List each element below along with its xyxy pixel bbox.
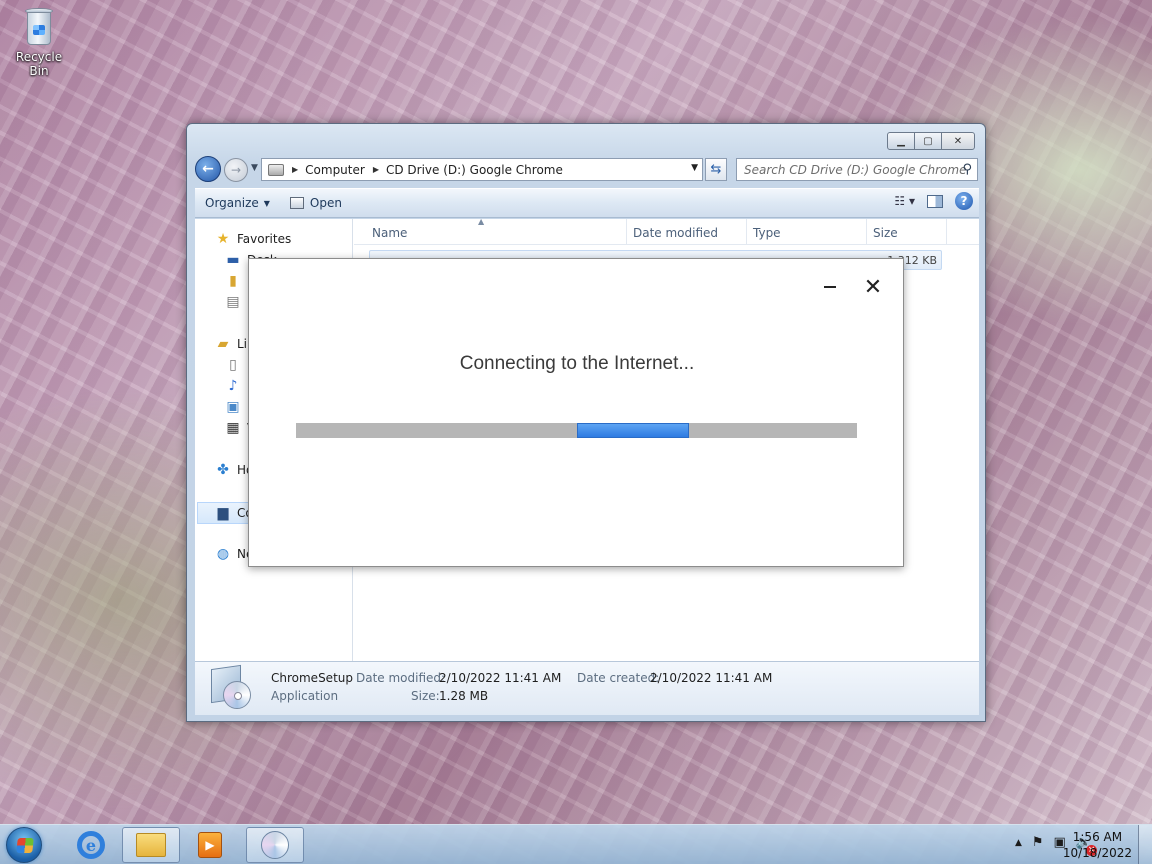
- column-size[interactable]: Size: [873, 226, 898, 240]
- homegroup-icon: ✤: [217, 462, 229, 478]
- sort-ascending-icon: ▲: [478, 217, 485, 226]
- installer-progress-bar: [296, 423, 857, 438]
- open-label: Open: [309, 196, 342, 210]
- recent-pages-dropdown[interactable]: ▼: [251, 163, 258, 173]
- system-clock[interactable]: 1:56 AM 10/18/2022: [1063, 829, 1132, 861]
- search-icon[interactable]: ⚲: [962, 162, 972, 177]
- chevron-right-icon[interactable]: ▶: [373, 165, 379, 174]
- media-player-icon: ▶: [198, 832, 222, 858]
- clock-date: 10/18/2022: [1062, 846, 1132, 860]
- chrome-installer-dialog: ✕ Connecting to the Internet...: [248, 258, 904, 567]
- open-icon: [289, 197, 304, 209]
- open-button[interactable]: Open: [280, 189, 352, 217]
- column-date-modified[interactable]: Date modified: [633, 226, 718, 240]
- column-type[interactable]: Type: [753, 226, 781, 240]
- details-date-created-value: 2/10/2022 11:41 AM: [650, 671, 773, 685]
- nav-favorites-label: Favorites: [237, 232, 292, 246]
- chevron-down-icon: ▼: [263, 198, 270, 208]
- recent-places-icon: ▤: [226, 294, 240, 310]
- column-headers: ▲ Name Date modified Type Size: [354, 217, 979, 245]
- internet-explorer-icon: e: [77, 831, 105, 859]
- details-date-created-label: Date created:: [577, 671, 660, 685]
- search-placeholder: Search CD Drive (D:) Google Chrome: [744, 162, 967, 177]
- breadcrumb-computer[interactable]: Computer: [305, 163, 365, 177]
- chevron-right-icon[interactable]: ▶: [292, 165, 298, 174]
- installer-close-button[interactable]: ✕: [863, 275, 883, 300]
- back-button[interactable]: ←: [195, 156, 221, 182]
- minimize-button[interactable]: ▁: [887, 132, 915, 150]
- show-hidden-icons-icon[interactable]: ▲: [1015, 838, 1022, 848]
- details-date-modified-label: Date modified:: [356, 671, 446, 685]
- taskbar: e ▶ ▲ ⚑ ▣ 🔈 1:56 AM 10/18/2022: [0, 824, 1152, 864]
- details-file-type: Application: [271, 689, 339, 703]
- pictures-icon: ▣: [226, 399, 240, 415]
- maximize-button[interactable]: ▢: [914, 132, 942, 150]
- action-center-flag-icon[interactable]: ⚑: [1032, 835, 1044, 850]
- folder-icon: [136, 833, 166, 857]
- taskbar-chrome-setup[interactable]: [246, 827, 304, 863]
- libraries-icon: ▰: [217, 336, 229, 352]
- setup-disc-icon: [261, 831, 289, 859]
- desktop-icon: ▬: [226, 252, 240, 268]
- close-button[interactable]: ✕: [941, 132, 975, 150]
- computer-icon: ▆: [217, 505, 229, 521]
- breadcrumb-cd-drive[interactable]: CD Drive (D:) Google Chrome: [386, 163, 563, 177]
- installer-minimize-button[interactable]: [822, 275, 838, 299]
- start-button[interactable]: [6, 827, 42, 863]
- address-bar[interactable]: ▶ Computer ▶ CD Drive (D:) Google Chrome…: [261, 158, 703, 181]
- details-pane: ChromeSetup Application Date modified: 2…: [195, 661, 979, 715]
- recycle-bin-desktop-icon[interactable]: Recycle Bin: [6, 6, 72, 78]
- windows-logo-icon: [16, 838, 34, 853]
- installer-progress-indicator: [577, 423, 689, 438]
- preview-pane-icon[interactable]: [927, 194, 943, 208]
- details-date-modified-value: 2/10/2022 11:41 AM: [439, 671, 562, 685]
- taskbar-windows-explorer[interactable]: [122, 827, 180, 863]
- details-size-value: 1.28 MB: [439, 689, 489, 703]
- organize-button[interactable]: Organize ▼: [195, 189, 280, 217]
- videos-icon: ▦: [226, 420, 240, 436]
- recycle-bin-label: Recycle Bin: [15, 50, 63, 78]
- details-file-name: ChromeSetup: [271, 671, 353, 685]
- window-caption-buttons: ▁ ▢ ✕: [887, 132, 975, 150]
- nav-favorites[interactable]: ★ Favorites: [215, 231, 292, 247]
- organize-label: Organize: [205, 196, 259, 210]
- details-size-label: Size:: [411, 689, 440, 703]
- music-icon: ♪: [228, 378, 238, 394]
- recycle-bin-icon: [24, 6, 54, 46]
- drive-icon: [268, 163, 284, 176]
- taskbar-internet-explorer[interactable]: e: [62, 827, 120, 863]
- refresh-button[interactable]: ⇆: [705, 158, 727, 181]
- show-desktop-button[interactable]: [1138, 825, 1152, 864]
- forward-button[interactable]: →: [224, 158, 248, 182]
- address-dropdown-icon[interactable]: ▼: [691, 163, 698, 173]
- command-toolbar: Organize ▼ Open ☷ ▾ ?: [195, 188, 979, 218]
- clock-time: 1:56 AM: [1072, 830, 1123, 844]
- setup-file-icon: [211, 664, 255, 711]
- search-input[interactable]: Search CD Drive (D:) Google Chrome ⚲: [736, 158, 978, 181]
- documents-icon: ▯: [229, 357, 237, 373]
- star-icon: ★: [216, 231, 230, 247]
- installer-status-message: Connecting to the Internet...: [459, 353, 695, 374]
- navigation-bar: ← → ▼ ▶ Computer ▶ CD Drive (D:) Google …: [195, 156, 979, 182]
- network-icon: ◍: [216, 546, 230, 562]
- column-name[interactable]: Name: [372, 226, 407, 240]
- change-view-icon[interactable]: ☷ ▾: [894, 194, 915, 208]
- help-icon[interactable]: ?: [955, 192, 973, 210]
- taskbar-media-player[interactable]: ▶: [181, 827, 239, 863]
- downloads-folder-icon: ▮: [229, 273, 237, 289]
